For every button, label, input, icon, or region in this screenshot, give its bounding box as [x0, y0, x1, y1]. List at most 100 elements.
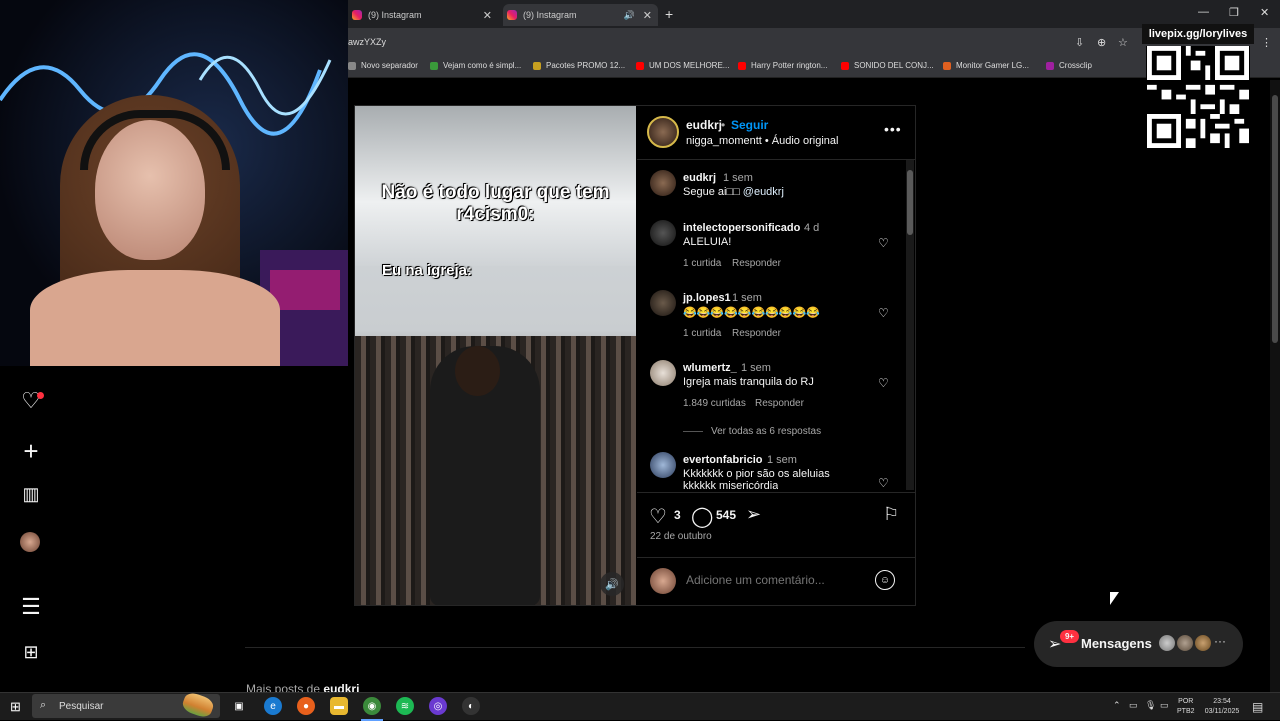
current-user-avatar [650, 568, 676, 594]
like-comment-heart-icon[interactable]: ♡ [878, 376, 889, 390]
follow-button[interactable]: Seguir [731, 118, 768, 132]
share-send-icon[interactable]: ➢ [746, 504, 761, 525]
menu-hamburger-icon[interactable]: ☰ [20, 594, 42, 620]
network-icon[interactable]: ▭ [1160, 700, 1169, 711]
separator-dot: • [721, 118, 726, 132]
youtube-icon [636, 61, 644, 70]
language-indicator[interactable]: POR PTB2 [1177, 697, 1195, 717]
page-scroll-thumb[interactable] [1272, 95, 1278, 343]
audio-playing-icon[interactable]: 🔊 [624, 10, 635, 21]
browser-tab[interactable]: (9) Instagram ✕ [348, 4, 498, 26]
url-text[interactable]: awzYXZy [348, 37, 386, 47]
comment-avatar[interactable] [650, 290, 676, 316]
comment-avatar[interactable] [650, 170, 676, 196]
search-label: Pesquisar [59, 701, 104, 712]
bookmark-item[interactable]: Novo separador [348, 61, 418, 70]
create-plus-icon[interactable]: + [20, 436, 42, 467]
browser-tab-active[interactable]: (9) Instagram 🔊 ✕ [503, 4, 658, 26]
close-window-button[interactable]: ✕ [1260, 6, 1269, 19]
emoji-picker-icon[interactable]: ☺ [875, 570, 895, 590]
edge-icon[interactable]: e [264, 697, 282, 715]
add-comment-input[interactable] [686, 573, 866, 587]
comment-username[interactable]: intelectopersonificado [683, 222, 800, 234]
comment-text-continued: kkkkkk misericórdia [683, 480, 779, 491]
bookmark-item[interactable]: Crossclip [1046, 61, 1092, 70]
instagram-icon [507, 10, 517, 20]
bookmark-item[interactable]: Harry Potter rington... [738, 61, 827, 70]
bookmark-item[interactable]: UM DOS MELHORE... [636, 61, 729, 70]
like-comment-heart-icon[interactable]: ♡ [878, 236, 889, 250]
comments-scroll-thumb[interactable] [907, 170, 913, 235]
file-explorer-icon[interactable]: ▬ [330, 697, 348, 715]
comment-likes[interactable]: 1 curtida [683, 258, 721, 269]
comment-username[interactable]: wlumertz_ [683, 362, 737, 374]
install-app-icon[interactable]: ⇩ [1075, 36, 1084, 49]
comment-avatar[interactable] [650, 220, 676, 246]
like-comment-heart-icon[interactable]: ♡ [878, 306, 889, 320]
system-clock[interactable]: 23:54 03/11/2025 [1202, 697, 1242, 717]
post-author-username[interactable]: eudkrj [686, 118, 722, 132]
comment-time: 1 sem [741, 362, 771, 374]
notification-dot [37, 392, 44, 399]
likes-count[interactable]: 3 [674, 508, 681, 522]
minimize-button[interactable]: — [1198, 6, 1209, 18]
comment-avatar[interactable] [650, 360, 676, 386]
windows-start-icon[interactable]: ⊞ [10, 699, 21, 715]
messages-badge: 9+ [1060, 630, 1079, 643]
post-date[interactable]: 22 de outubro [650, 531, 712, 542]
bookmark-item[interactable]: SONIDO DEL CONJ... [841, 61, 934, 70]
dashboard-icon[interactable]: ▥ [20, 484, 42, 505]
spotify-icon[interactable]: ≋ [396, 697, 414, 715]
comment-username[interactable]: evertonfabricio [683, 454, 762, 466]
reel-video[interactable]: Não é todo lugar que tem r4cism0: Eu na … [355, 106, 636, 605]
zoom-icon[interactable]: ⊕ [1097, 36, 1106, 49]
bookmark-item[interactable]: Vejam como é simpl... [430, 61, 521, 70]
firefox-icon[interactable]: ● [297, 697, 315, 715]
reply-button[interactable]: Responder [755, 398, 804, 409]
close-tab-icon[interactable]: ✕ [643, 9, 652, 22]
task-view-icon[interactable]: ▣ [230, 697, 248, 715]
divider [637, 159, 915, 160]
view-replies-button[interactable]: Ver todas as 6 respostas [711, 426, 821, 437]
comment-likes[interactable]: 1 curtida [683, 328, 721, 339]
notification-center-icon[interactable]: ▤ [1252, 700, 1263, 714]
mention-link[interactable]: @eudkrj [743, 186, 784, 198]
comment-username[interactable]: eudkrj [683, 172, 716, 184]
profile-avatar[interactable] [20, 532, 40, 552]
app-icon[interactable]: ◎ [429, 697, 447, 715]
new-tab-button[interactable]: + [665, 6, 673, 22]
reply-button[interactable]: Responder [732, 328, 781, 339]
obs-icon[interactable]: ◐ [462, 697, 480, 715]
post-author-avatar[interactable] [647, 116, 679, 148]
like-heart-icon[interactable]: ♡ [649, 504, 667, 529]
more-apps-icon[interactable]: ⊞ [20, 642, 42, 663]
message-avatar [1176, 634, 1194, 652]
sound-toggle-button[interactable]: 🔊 [600, 572, 624, 596]
chrome-icon[interactable]: ◉ [363, 697, 381, 715]
video-caption-top: Não é todo lugar que tem r4cism0: [381, 182, 610, 225]
comments-count[interactable]: 545 [716, 508, 736, 522]
reply-button[interactable]: Responder [732, 258, 781, 269]
bookmark-item[interactable]: Pacotes PROMO 12... [533, 61, 625, 70]
folder-icon [348, 61, 356, 70]
streamer-body [30, 270, 280, 366]
divider [245, 647, 1025, 648]
bookmark-star-icon[interactable]: ☆ [1118, 36, 1128, 49]
microphone-icon[interactable]: 🎙 [1145, 700, 1156, 711]
tray-icon[interactable]: ▭ [1129, 700, 1138, 711]
like-comment-heart-icon[interactable]: ♡ [878, 476, 889, 490]
address-bar[interactable] [348, 28, 1280, 56]
message-avatar [1158, 634, 1176, 652]
menu-dots-icon[interactable]: ⋮ [1261, 36, 1272, 49]
comment-username[interactable]: jp.lopes1 [683, 292, 731, 304]
comment-bubble-icon[interactable]: ◯ [691, 504, 713, 529]
save-bookmark-icon[interactable]: ⚐ [883, 504, 899, 525]
comment-likes[interactable]: 1.849 curtidas [683, 398, 746, 409]
bookmark-item[interactable]: Monitor Gamer LG... [943, 61, 1029, 70]
tray-expand-icon[interactable]: ⌃ [1113, 700, 1121, 711]
comment-avatar[interactable] [650, 452, 676, 478]
close-tab-icon[interactable]: ✕ [483, 9, 492, 22]
restore-button[interactable]: ❐ [1229, 6, 1239, 19]
post-audio-source[interactable]: nigga_momentt • Áudio original [686, 135, 838, 147]
more-options-icon[interactable]: ••• [884, 121, 902, 137]
